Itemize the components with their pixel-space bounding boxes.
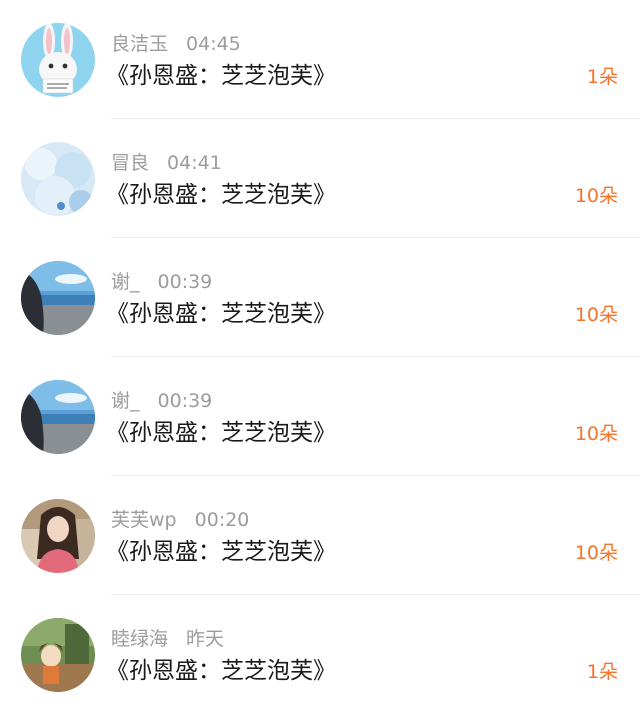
sender-name[interactable]: 芙芙wp [111, 509, 177, 531]
gift-count: 10朵 [574, 423, 618, 445]
sent-time: 00:39 [157, 390, 213, 412]
sender-info: 良洁玉 04:45 [111, 32, 241, 56]
sender-info: 芙芙wp 00:20 [111, 508, 249, 532]
list-item[interactable]: 冒良 04:41 《孙恩盛：芝芝泡芙》 10朵 [0, 119, 640, 238]
white-bunny-avatar[interactable] [21, 23, 95, 97]
sender-name[interactable]: 冒良 [111, 152, 149, 174]
gift-count: 10朵 [574, 304, 618, 326]
sender-info: 睦绿海 昨天 [111, 627, 224, 651]
sender-info: 冒良 04:41 [111, 151, 222, 175]
sender-name[interactable]: 良洁玉 [111, 33, 168, 55]
sent-time: 04:41 [167, 152, 222, 174]
seaside-person-avatar[interactable] [21, 261, 95, 335]
sender-info: 谢_ 00:39 [111, 389, 212, 413]
list-item[interactable]: 良洁玉 04:45 《孙恩盛：芝芝泡芙》 1朵 [0, 0, 640, 119]
seaside-person-avatar[interactable] [21, 380, 95, 454]
gift-count: 10朵 [574, 542, 618, 564]
list-item[interactable]: 谢_ 00:39 《孙恩盛：芝芝泡芙》 10朵 [0, 357, 640, 476]
pale-blue-sky-avatar[interactable] [21, 142, 95, 216]
work-title: 《孙恩盛：芝芝泡芙》 [106, 658, 336, 684]
sent-time: 00:39 [157, 271, 213, 293]
sent-time: 00:20 [194, 509, 250, 531]
sender-name[interactable]: 谢_ [111, 390, 140, 412]
list-item[interactable]: 谢_ 00:39 《孙恩盛：芝芝泡芙》 10朵 [0, 238, 640, 357]
sent-time: 昨天 [186, 628, 225, 650]
sender-name[interactable]: 睦绿海 [111, 628, 168, 650]
work-title: 《孙恩盛：芝芝泡芙》 [106, 63, 336, 89]
sent-time: 04:45 [186, 33, 241, 55]
work-title: 《孙恩盛：芝芝泡芙》 [106, 420, 336, 446]
girl-portrait-avatar[interactable] [21, 499, 95, 573]
list-item[interactable]: 睦绿海 昨天 《孙恩盛：芝芝泡芙》 1朵 [0, 595, 640, 714]
gift-count: 10朵 [574, 185, 618, 207]
anime-scene-avatar[interactable] [21, 618, 95, 692]
gift-count: 1朵 [586, 66, 618, 88]
gift-count: 1朵 [586, 661, 618, 683]
work-title: 《孙恩盛：芝芝泡芙》 [106, 539, 336, 565]
work-title: 《孙恩盛：芝芝泡芙》 [106, 301, 336, 327]
sender-info: 谢_ 00:39 [111, 270, 212, 294]
list-item[interactable]: 芙芙wp 00:20 《孙恩盛：芝芝泡芙》 10朵 [0, 476, 640, 595]
gift-list: 良洁玉 04:45 《孙恩盛：芝芝泡芙》 1朵 冒良 04:41 《孙恩盛：芝芝泡芙… [0, 0, 640, 717]
sender-name[interactable]: 谢_ [111, 271, 140, 293]
work-title: 《孙恩盛：芝芝泡芙》 [106, 182, 336, 208]
